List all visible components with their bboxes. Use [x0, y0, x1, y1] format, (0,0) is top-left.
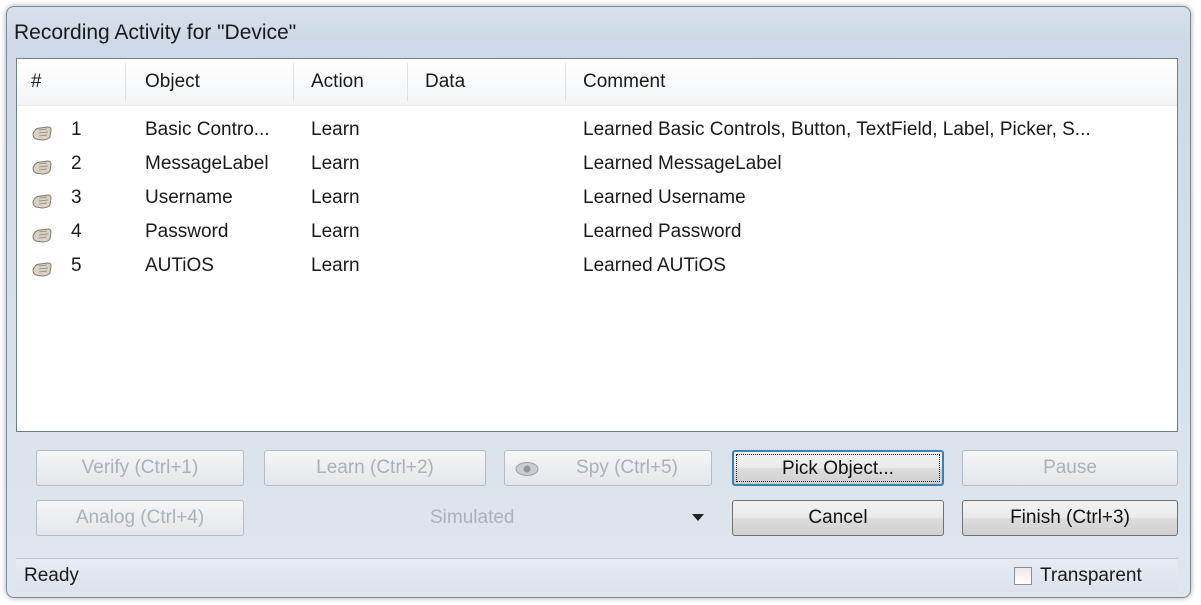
- learn-button[interactable]: Learn (Ctrl+2): [264, 450, 486, 486]
- row-number: 5: [71, 255, 82, 276]
- pause-button[interactable]: Pause: [962, 450, 1178, 486]
- table-row[interactable]: 4 Password Learn Learned Password: [17, 217, 1177, 251]
- row-action: Learn: [311, 119, 360, 140]
- learn-hand-icon: [32, 228, 52, 243]
- row-action: Learn: [311, 255, 360, 276]
- row-number: 1: [71, 119, 82, 140]
- table-row[interactable]: 1 Basic Contro... Learn Learned Basic Contr…: [17, 115, 1177, 149]
- row-action: Learn: [311, 187, 360, 208]
- table-row[interactable]: 3 Username Learn Learned Username: [17, 183, 1177, 217]
- transparent-checkbox-label[interactable]: Transparent: [1040, 565, 1142, 587]
- mode-combo[interactable]: Simulated: [260, 500, 720, 536]
- cancel-button[interactable]: Cancel: [732, 500, 944, 536]
- pick-object-button[interactable]: Pick Object...: [732, 450, 944, 486]
- row-object: Password: [145, 221, 229, 242]
- row-comment: Learned Password: [583, 221, 742, 242]
- status-bar: Ready Transparent: [16, 558, 1178, 592]
- learn-hand-icon: [32, 194, 52, 209]
- column-header-comment[interactable]: Comment: [583, 71, 665, 93]
- learn-hand-icon: [32, 262, 52, 277]
- column-divider[interactable]: [293, 63, 294, 101]
- row-action: Learn: [311, 153, 360, 174]
- transparent-checkbox[interactable]: [1014, 567, 1032, 585]
- row-number: 2: [71, 153, 82, 174]
- column-divider[interactable]: [565, 63, 566, 101]
- learn-hand-icon: [32, 160, 52, 175]
- spy-button[interactable]: Spy (Ctrl+5): [504, 450, 712, 486]
- row-number: 4: [71, 221, 82, 242]
- column-divider[interactable]: [125, 63, 126, 101]
- row-comment: Learned Username: [583, 187, 746, 208]
- row-object: Username: [145, 187, 233, 208]
- row-number: 3: [71, 187, 82, 208]
- window-title: Recording Activity for "Device": [14, 21, 297, 44]
- finish-button[interactable]: Finish (Ctrl+3): [962, 500, 1178, 536]
- spy-button-label: Spy (Ctrl+5): [576, 457, 678, 478]
- analog-button[interactable]: Analog (Ctrl+4): [36, 500, 244, 536]
- column-header-action[interactable]: Action: [311, 71, 364, 93]
- dropdown-arrow-icon[interactable]: [692, 514, 704, 522]
- row-object: MessageLabel: [145, 153, 269, 174]
- column-header-object[interactable]: Object: [145, 71, 200, 93]
- row-comment: Learned AUTiOS: [583, 255, 726, 276]
- row-object: Basic Contro...: [145, 119, 270, 140]
- column-header-number[interactable]: #: [31, 71, 42, 93]
- row-comment: Learned MessageLabel: [583, 153, 782, 174]
- column-divider[interactable]: [407, 63, 408, 101]
- row-object: AUTiOS: [145, 255, 214, 276]
- verify-button[interactable]: Verify (Ctrl+1): [36, 450, 244, 486]
- learn-hand-icon: [32, 126, 52, 141]
- table-row[interactable]: 5 AUTiOS Learn Learned AUTiOS: [17, 251, 1177, 285]
- eye-icon: [515, 462, 539, 476]
- focus-rectangle: [736, 454, 940, 482]
- mode-combo-value: Simulated: [430, 507, 515, 528]
- activity-table: # Object Action Data Comment 1 Basic Cont…: [16, 58, 1178, 432]
- row-comment: Learned Basic Controls, Button, TextFiel…: [583, 119, 1091, 140]
- table-header: # Object Action Data Comment: [17, 59, 1177, 106]
- status-text: Ready: [24, 565, 79, 586]
- row-action: Learn: [311, 221, 360, 242]
- table-row[interactable]: 2 MessageLabel Learn Learned MessageLabel: [17, 149, 1177, 183]
- column-header-data[interactable]: Data: [425, 71, 465, 93]
